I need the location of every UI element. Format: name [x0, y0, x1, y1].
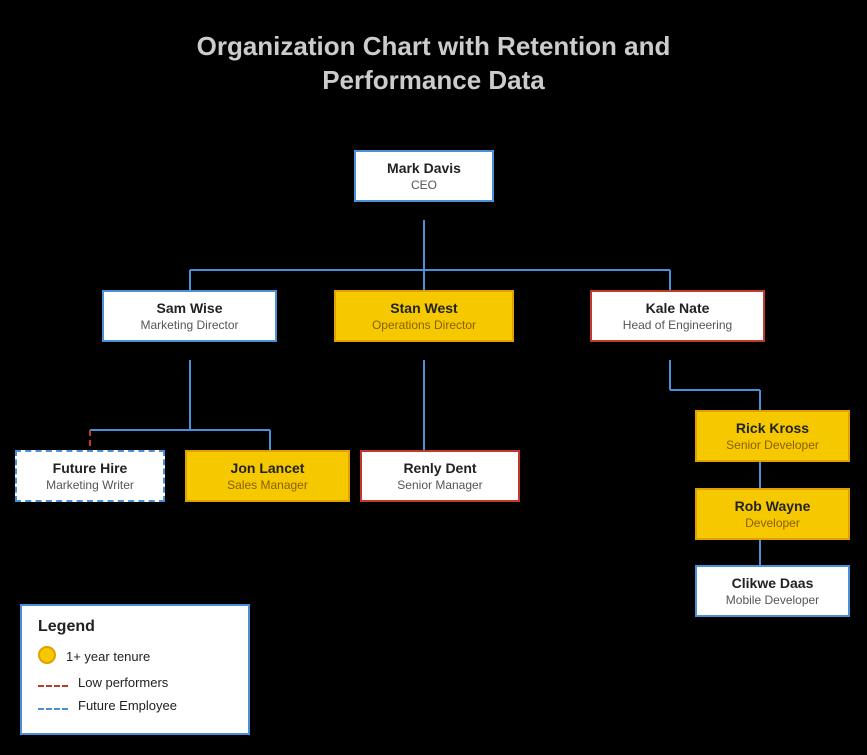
legend-item-future: Future Employee — [38, 698, 232, 713]
node-ceo: Mark Davis CEO — [354, 150, 494, 202]
legend-item-tenure: 1+ year tenure — [38, 646, 232, 667]
node-mobile-developer: Clikwe Daas Mobile Developer — [695, 565, 850, 617]
node-ops-director: Stan West Operations Director — [334, 290, 514, 342]
node-senior-manager: Renly Dent Senior Manager — [360, 450, 520, 502]
node-senior-developer: Rick Kross Senior Developer — [695, 410, 850, 462]
node-marketing-director: Sam Wise Marketing Director — [102, 290, 277, 342]
node-eng-head: Kale Nate Head of Engineering — [590, 290, 765, 342]
node-developer: Rob Wayne Developer — [695, 488, 850, 540]
legend: Legend 1+ year tenure Low performers Fut… — [20, 604, 250, 735]
yellow-dot-icon — [38, 646, 56, 667]
blue-dashed-icon — [38, 698, 68, 713]
node-sales-manager: Jon Lancet Sales Manager — [185, 450, 350, 502]
page-title: Organization Chart with Retention and Pe… — [0, 0, 867, 98]
red-dashed-icon — [38, 675, 68, 690]
legend-item-low-performers: Low performers — [38, 675, 232, 690]
node-future-hire: Future Hire Marketing Writer — [15, 450, 165, 502]
